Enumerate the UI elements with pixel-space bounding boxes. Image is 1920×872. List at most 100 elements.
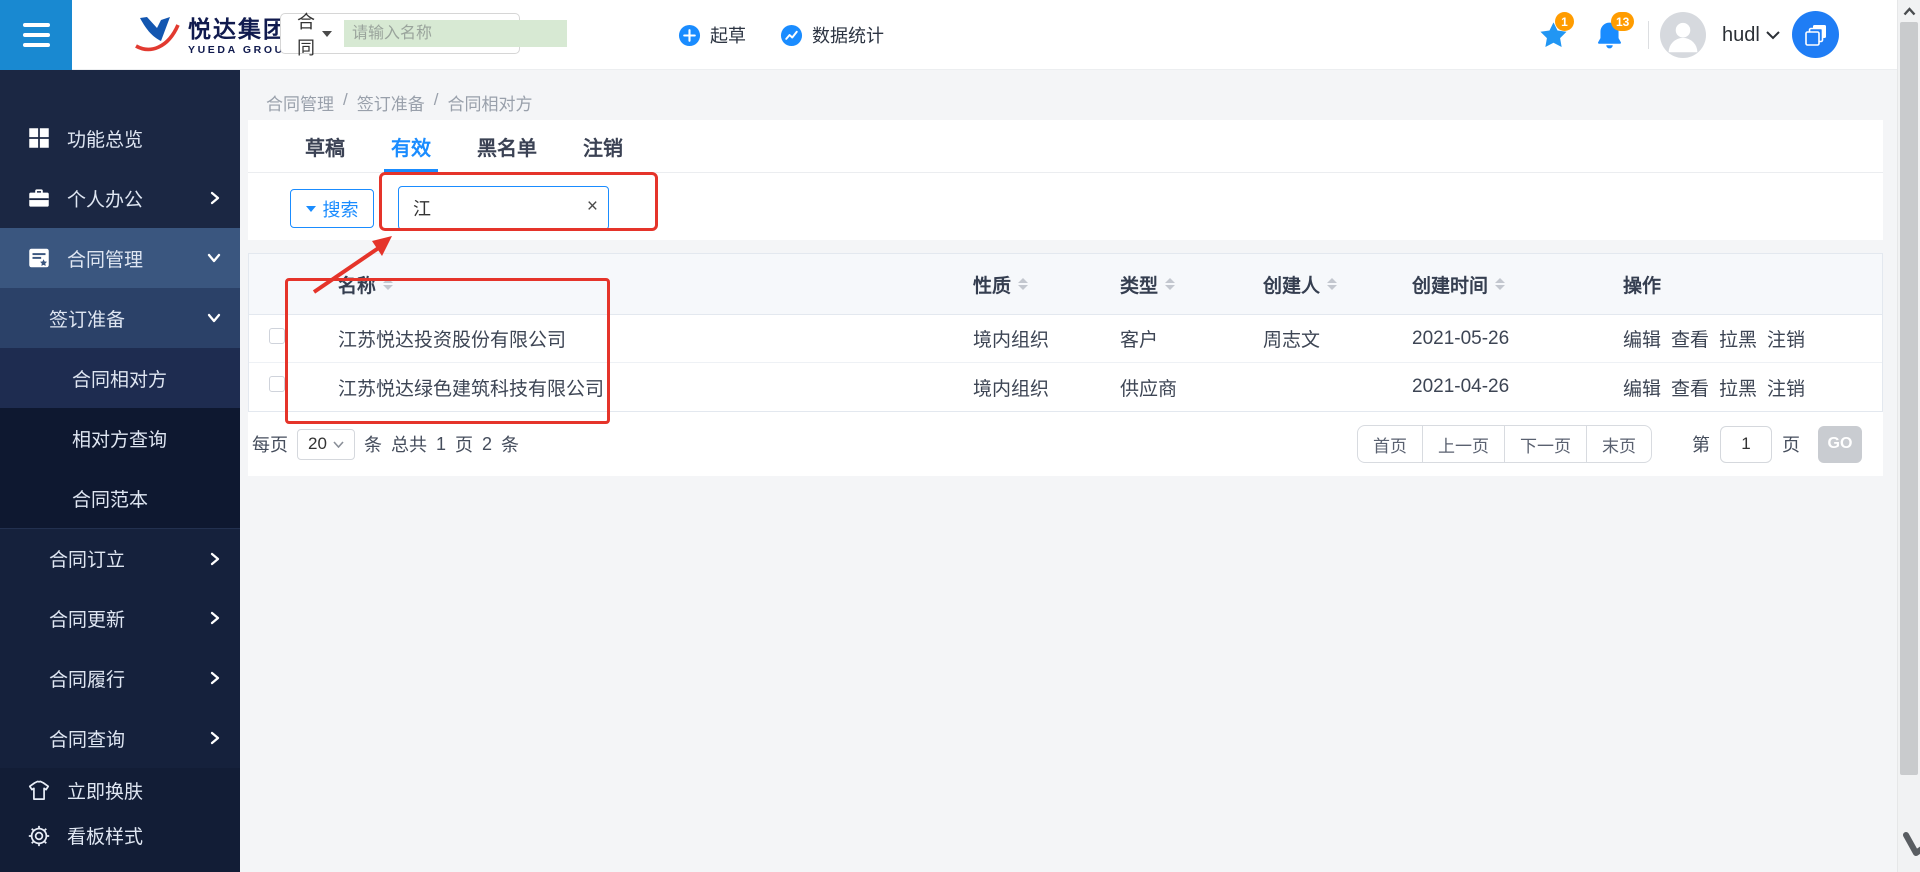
logo-swoosh-icon: [132, 11, 182, 62]
sidebar-item-function-overview[interactable]: 功能总览: [0, 108, 240, 168]
notifications-button[interactable]: 13: [1594, 12, 1635, 51]
draft-label: 起草: [710, 26, 746, 46]
column-header-created-time[interactable]: 创建时间: [1412, 271, 1623, 298]
name-filter: ×: [398, 186, 609, 230]
cell-nature: 境内组织: [973, 330, 1050, 351]
prev-page-button[interactable]: 上一页: [1422, 425, 1505, 463]
sidebar-item-contract-query[interactable]: 合同查询: [0, 708, 240, 768]
favorites-badge: 1: [1555, 12, 1574, 31]
table-card: 名称 性质 类型 创建人 创建时间 操作 江苏悦达投资股份有限公司 境内组织 客…: [248, 253, 1883, 476]
global-search: 合同: [280, 12, 567, 58]
chevron-down-icon: [1903, 832, 1920, 856]
last-page-button[interactable]: 末页: [1586, 425, 1652, 463]
row-checkbox[interactable]: [269, 327, 285, 344]
cell-type: 供应商: [1120, 378, 1178, 400]
sidebar-item-contract-counterparty[interactable]: 合同相对方: [0, 348, 240, 408]
sidebar-item-counterparty-query[interactable]: 相对方查询: [0, 408, 240, 468]
name-filter-input[interactable]: [398, 186, 609, 230]
grid-icon: [29, 128, 49, 148]
global-search-input[interactable]: [344, 20, 567, 47]
chevron-down-icon: [206, 311, 222, 325]
go-button[interactable]: GO: [1818, 425, 1862, 463]
page-number-input[interactable]: [1720, 425, 1772, 463]
tab-valid[interactable]: 有效: [384, 120, 438, 173]
cell-created-time: 2021-04-26: [1412, 376, 1510, 397]
tab-draft[interactable]: 草稿: [305, 120, 345, 172]
sidebar-item-contract-update[interactable]: 合同更新: [0, 588, 240, 648]
breadcrumb-item[interactable]: 合同管理: [266, 90, 334, 115]
search-category-label: 合同: [297, 11, 315, 58]
chevron-right-icon: [208, 730, 222, 746]
tabs-and-filter-card: 草稿 有效 黑名单 注销 搜索 ×: [248, 120, 1883, 240]
hamburger-menu-button[interactable]: [0, 0, 72, 70]
total-count: 2: [482, 433, 493, 454]
chevron-right-icon: [208, 670, 222, 686]
next-page-button[interactable]: 下一页: [1504, 425, 1587, 463]
chevron-right-icon: [208, 610, 222, 626]
clear-input-icon[interactable]: ×: [587, 195, 598, 220]
edit-link[interactable]: 编辑: [1623, 325, 1661, 352]
sidebar-item-change-skin[interactable]: 立即换肤: [0, 768, 240, 813]
sidebar-item-personal-office[interactable]: 个人办公: [0, 168, 240, 228]
scroll-up-button[interactable]: [1898, 0, 1920, 22]
blacklist-link[interactable]: 拉黑: [1719, 374, 1757, 401]
statistics-button[interactable]: 数据统计: [780, 0, 884, 70]
column-header-actions: 操作: [1623, 275, 1662, 297]
sort-icon[interactable]: [383, 278, 394, 290]
draft-button[interactable]: 起草: [678, 0, 746, 70]
row-checkbox[interactable]: [269, 376, 285, 392]
topbar: 悦达集团 YUEDA GROUP 合同 起草 数据统计: [0, 0, 1897, 70]
cell-name: 江苏悦达投资股份有限公司: [338, 330, 567, 351]
cell-nature: 境内组织: [973, 378, 1050, 400]
cancel-link[interactable]: 注销: [1767, 374, 1805, 401]
sidebar-item-signing-preparation[interactable]: 签订准备: [0, 288, 240, 348]
chevron-up-icon: [1903, 6, 1915, 15]
username: hudl: [1722, 23, 1760, 46]
sort-icon[interactable]: [1495, 278, 1506, 290]
sidebar-item-board-style[interactable]: 看板样式: [0, 813, 240, 858]
edit-link[interactable]: 编辑: [1623, 374, 1661, 401]
first-page-button[interactable]: 首页: [1357, 425, 1423, 463]
sidebar-item-contract-management[interactable]: 合同管理: [0, 228, 240, 288]
column-header-name[interactable]: 名称: [319, 271, 973, 298]
table-row: 江苏悦达绿色建筑科技有限公司 境内组织 供应商 2021-04-26 编辑 查看…: [249, 363, 1882, 411]
blacklist-link[interactable]: 拉黑: [1719, 325, 1757, 352]
sidebar-item-contract-performance[interactable]: 合同履行: [0, 648, 240, 708]
row-actions: 编辑 查看 拉黑 注销: [1623, 325, 1882, 352]
apps-panel-button[interactable]: [1792, 11, 1839, 58]
breadcrumb-item[interactable]: 合同相对方: [447, 90, 532, 115]
table-row: 江苏悦达投资股份有限公司 境内组织 客户 周志文 2021-05-26 编辑 查…: [249, 315, 1882, 363]
cancel-link[interactable]: 注销: [1767, 325, 1805, 352]
chevron-down-icon: [322, 30, 332, 37]
pagination-controls: 首页 上一页 下一页 末页 第 页 GO: [1357, 425, 1862, 463]
cell-creator: 周志文: [1263, 330, 1321, 351]
user-menu[interactable]: hudl: [1722, 0, 1780, 70]
cell-name: 江苏悦达绿色建筑科技有限公司: [338, 378, 605, 400]
pagination-bar: 每页 20 条 总共 1 页 2 条 首页 上一页 下一页 末页 第 1 页 G…: [248, 412, 1883, 476]
column-header-type[interactable]: 类型: [1120, 271, 1263, 298]
chevron-down-icon: [305, 205, 316, 212]
sidebar: 功能总览 个人办公 合同管理 签订准备 合同相对方 相对方查询 合同范本 合同订…: [0, 70, 240, 872]
column-header-nature[interactable]: 性质: [973, 271, 1120, 298]
column-header-creator[interactable]: 创建人: [1263, 271, 1412, 298]
avatar[interactable]: [1660, 12, 1706, 58]
favorites-button[interactable]: 1: [1538, 12, 1574, 51]
search-button[interactable]: 搜索: [290, 189, 374, 228]
view-link[interactable]: 查看: [1671, 374, 1709, 401]
sort-icon[interactable]: [1327, 278, 1338, 290]
sidebar-item-contract-template[interactable]: 合同范本: [0, 468, 240, 528]
sort-icon[interactable]: [1018, 278, 1029, 290]
page-size-select[interactable]: 20: [297, 428, 355, 460]
person-icon: [1668, 22, 1698, 53]
scrollbar-thumb[interactable]: [1900, 22, 1918, 775]
tab-cancelled[interactable]: 注销: [583, 120, 623, 172]
search-category-dropdown[interactable]: 合同: [281, 8, 332, 60]
page-scrollbar[interactable]: [1897, 0, 1920, 872]
row-actions: 编辑 查看 拉黑 注销: [1623, 374, 1882, 401]
breadcrumb-item[interactable]: 签订准备: [357, 90, 425, 115]
briefcase-icon: [29, 189, 49, 207]
tab-blacklist[interactable]: 黑名单: [477, 120, 537, 172]
sidebar-item-contract-conclusion[interactable]: 合同订立: [0, 528, 240, 588]
view-link[interactable]: 查看: [1671, 325, 1709, 352]
sort-icon[interactable]: [1165, 278, 1176, 290]
